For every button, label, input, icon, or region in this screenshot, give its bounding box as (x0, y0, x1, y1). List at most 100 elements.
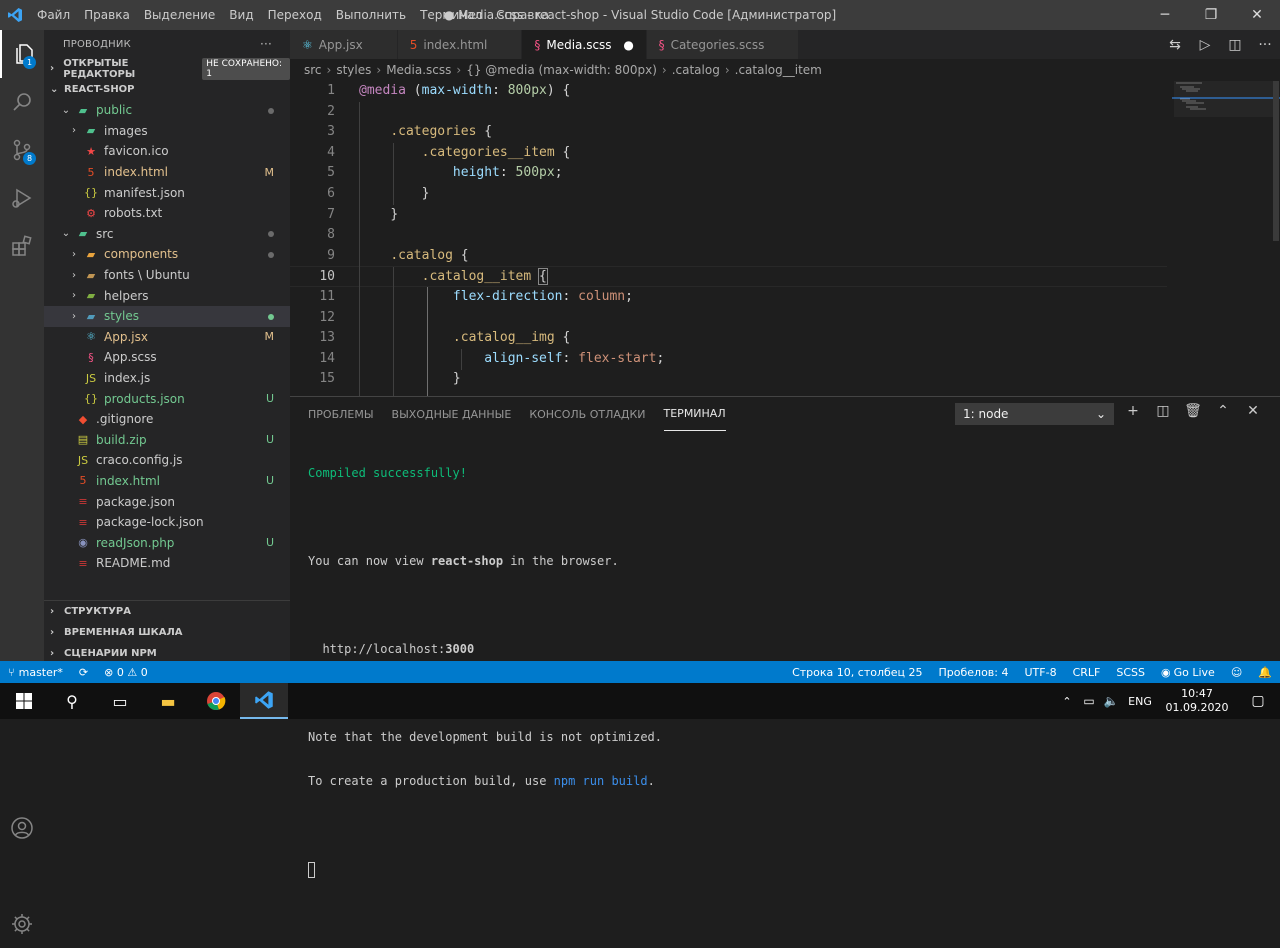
breadcrumb-item[interactable]: .catalog (672, 63, 720, 77)
extensions-activity[interactable] (0, 222, 44, 270)
panel-tab[interactable]: ВЫХОДНЫЕ ДАННЫЕ (392, 397, 512, 431)
menu-item[interactable]: Файл (30, 8, 77, 22)
new-terminal-icon[interactable]: + (1118, 403, 1148, 419)
minimize-icon[interactable]: ─ (1142, 0, 1188, 30)
search-icon[interactable]: ⚲ (48, 683, 96, 719)
tree-item[interactable]: › ▰ fonts \ Ubuntu (44, 265, 290, 286)
more-actions-icon[interactable]: ··· (260, 37, 272, 51)
menu-item[interactable]: Переход (261, 8, 329, 22)
breadcrumb-separator-icon: › (376, 63, 382, 77)
code-editor[interactable]: 1 @media (max-width: 800px) {2 3 .categori… (290, 81, 1280, 396)
breadcrumb-item[interactable]: src (304, 63, 322, 77)
network-icon[interactable]: ▭ (1078, 694, 1100, 708)
bell-icon[interactable]: 🔔 (1250, 666, 1280, 679)
tree-item[interactable]: {} products.json U (44, 388, 290, 409)
sync-icon[interactable]: ⟳ (71, 666, 96, 679)
tree-item[interactable]: 5 index.html M (44, 162, 290, 183)
open-changes-icon[interactable]: ⇆ (1160, 37, 1190, 53)
panel-tab[interactable]: КОНСОЛЬ ОТЛАДКИ (529, 397, 645, 431)
menu-item[interactable]: Правка (77, 8, 137, 22)
menu-item[interactable]: Выделение (137, 8, 222, 22)
terminal-select[interactable]: 1: node ⌄ (955, 403, 1114, 425)
tree-item[interactable]: ≡ package-lock.json (44, 512, 290, 533)
accounts-activity[interactable] (0, 804, 44, 852)
scm-activity[interactable]: 8 (0, 126, 44, 174)
maximize-panel-icon[interactable]: ⌃ (1208, 403, 1238, 419)
branch-status[interactable]: ⑂ master* (0, 666, 71, 679)
tree-item[interactable]: › ▰ styles (44, 305, 290, 327)
tree-item[interactable]: ◆ .gitignore (44, 409, 290, 430)
close-panel-icon[interactable]: ✕ (1238, 403, 1268, 419)
tree-item[interactable]: ◉ readJson.php U (44, 532, 290, 553)
close-icon[interactable]: ✕ (1234, 0, 1280, 30)
project-section[interactable]: ⌄ REACT-SHOP (44, 79, 290, 100)
timeline-section[interactable]: › ВРЕМЕННАЯ ШКАЛА (44, 622, 290, 643)
breadcrumb-item[interactable]: {} @media (max-width: 800px) (466, 63, 657, 77)
tree-item[interactable]: ⌄ ▰ src (44, 224, 290, 245)
tree-item[interactable]: ▤ build.zip U (44, 430, 290, 451)
tray-chevron-icon[interactable]: ⌃ (1056, 695, 1078, 708)
search-activity[interactable] (0, 78, 44, 126)
editor-tab[interactable]: § Categories.scss (646, 30, 800, 59)
tree-item[interactable]: ≡ README.md (44, 553, 290, 574)
task-view-icon[interactable]: ▭ (96, 683, 144, 719)
cursor-position[interactable]: Строка 10, столбец 25 (784, 666, 930, 679)
minimap[interactable] (1172, 81, 1280, 396)
file-explorer-icon[interactable]: ▬ (144, 683, 192, 719)
split-terminal-icon[interactable]: ◫ (1148, 403, 1178, 419)
windows-start-icon[interactable] (0, 683, 48, 719)
encoding[interactable]: UTF-8 (1017, 666, 1065, 679)
editor-tab[interactable]: 5 index.html (397, 30, 523, 59)
panel-tab[interactable]: ТЕРМИНАЛ (663, 397, 726, 431)
restore-icon[interactable]: ❐ (1188, 0, 1234, 30)
clock[interactable]: 10:47 01.09.2020 (1158, 687, 1236, 715)
input-language[interactable]: ENG (1122, 695, 1158, 708)
manage-activity[interactable] (0, 900, 44, 948)
tree-item[interactable]: › ▰ images (44, 121, 290, 142)
file-type-icon: ▰ (78, 227, 88, 241)
tree-item[interactable]: JS craco.config.js (44, 450, 290, 471)
tree-item[interactable]: {} manifest.json (44, 182, 290, 203)
run-icon[interactable]: ▷ (1190, 37, 1220, 53)
tab-close-icon[interactable]: ● (622, 38, 636, 52)
breadcrumb-item[interactable]: styles (336, 63, 371, 77)
tree-item[interactable]: › ▰ components (44, 244, 290, 265)
tree-item[interactable]: JS index.js (44, 368, 290, 389)
split-editor-icon[interactable]: ◫ (1220, 37, 1250, 53)
menu-item[interactable]: Терминал (413, 8, 489, 22)
tree-item[interactable]: ⚛ App.jsx M (44, 327, 290, 348)
notifications-icon[interactable]: ▢ (1236, 693, 1280, 709)
problems-status[interactable]: ⊗ 0 ⚠ 0 (96, 666, 156, 679)
feedback-icon[interactable]: ☺ (1223, 666, 1250, 679)
more-actions-icon[interactable]: ··· (1250, 37, 1280, 53)
menu-item[interactable]: Справка (489, 8, 556, 22)
code-text: align-self: flex-start; (484, 350, 665, 366)
outline-section[interactable]: › СТРУКТУРА (44, 601, 290, 622)
open-editors-section[interactable]: › ОТКРЫТЫЕ РЕДАКТОРЫ НЕ СОХРАНЕНО: 1 (44, 57, 290, 80)
tree-item[interactable]: › ▰ helpers (44, 285, 290, 306)
menu-item[interactable]: Выполнить (329, 8, 413, 22)
menu-item[interactable]: Вид (222, 8, 260, 22)
tree-item[interactable]: ⚙ robots.txt (44, 203, 290, 224)
breadcrumb-item[interactable]: Media.scss (386, 63, 451, 77)
tree-item[interactable]: ★ favicon.ico (44, 141, 290, 162)
line-ending[interactable]: CRLF (1065, 666, 1109, 679)
go-live-button[interactable]: ◉ Go Live (1153, 666, 1223, 679)
language-mode[interactable]: SCSS (1108, 666, 1153, 679)
trash-icon[interactable]: 🗑 (1178, 403, 1208, 419)
explorer-activity[interactable]: 1 (0, 30, 44, 78)
editor-tab[interactable]: ⚛ App.jsx (290, 30, 398, 59)
tree-item[interactable]: 5 index.html U (44, 471, 290, 492)
editor-tab[interactable]: § Media.scss ● (522, 30, 647, 59)
file-type-icon: ▰ (86, 289, 96, 303)
indentation[interactable]: Пробелов: 4 (931, 666, 1017, 679)
chrome-icon[interactable] (192, 683, 240, 719)
debug-activity[interactable] (0, 174, 44, 222)
tree-item[interactable]: ⌄ ▰ public (44, 100, 290, 121)
tree-item[interactable]: § App.scss (44, 347, 290, 368)
panel-tab[interactable]: ПРОБЛЕМЫ (308, 397, 374, 431)
tree-item[interactable]: ≡ package.json (44, 491, 290, 512)
volume-icon[interactable]: 🔈 (1100, 694, 1122, 708)
vscode-taskbar-icon[interactable] (240, 683, 288, 719)
breadcrumb-item[interactable]: .catalog__item (735, 63, 822, 77)
